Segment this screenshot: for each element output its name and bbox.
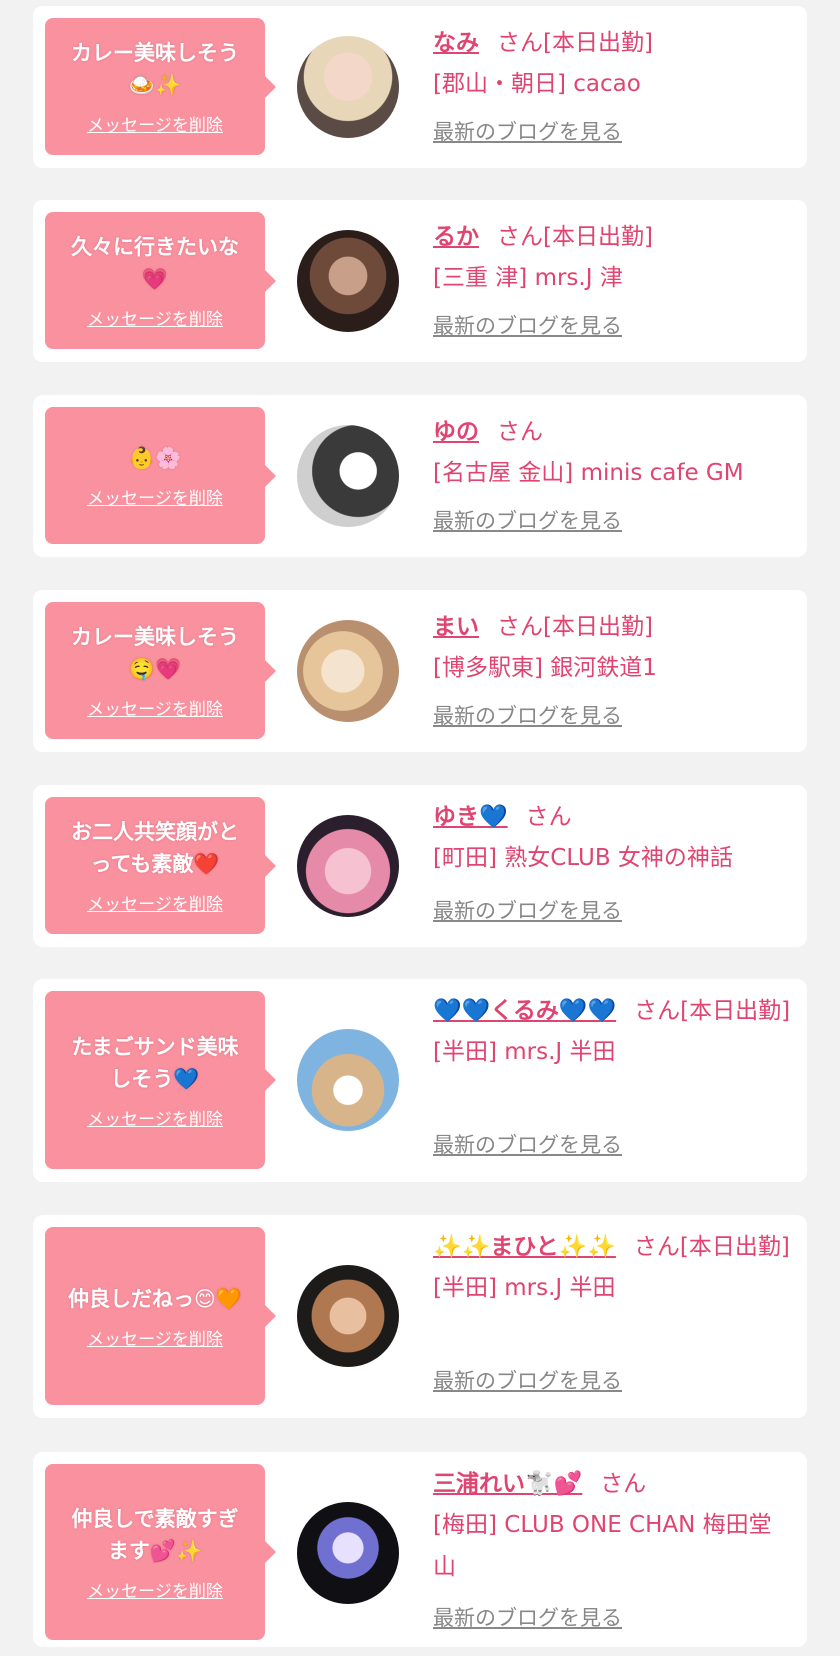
latest-blog-link[interactable]: 最新のブログを見る bbox=[433, 505, 622, 535]
latest-blog-link[interactable]: 最新のブログを見る bbox=[433, 310, 622, 340]
profile-info: ✨✨まひと✨✨ さん[本日出勤] [半田] mrs.J 半田 bbox=[433, 1227, 793, 1309]
shop-name: [半田] mrs.J 半田 bbox=[433, 1275, 616, 1301]
message-text: 久々に行きたいな 💗 bbox=[71, 235, 239, 291]
message-bubble: たまごサンド美味 しそう💙 メッセージを削除 bbox=[45, 991, 276, 1169]
shop-name: [名古屋 金山] minis cafe GM bbox=[433, 460, 744, 486]
work-status: [本日出勤] bbox=[680, 998, 791, 1024]
message-card: カレー美味しそう 🤤💗 メッセージを削除 まい さん[本日出勤] [博多駅東] 銀… bbox=[33, 590, 807, 752]
profile-info: ゆの さん [名古屋 金山] minis cafe GM bbox=[433, 412, 793, 494]
honorific: さん bbox=[497, 30, 543, 56]
delete-message-link[interactable]: メッセージを削除 bbox=[87, 890, 223, 915]
message-card: 久々に行きたいな 💗 メッセージを削除 るか さん[本日出勤] [三重 津] mr… bbox=[33, 200, 807, 362]
delete-message-link[interactable]: メッセージを削除 bbox=[87, 695, 223, 720]
avatar[interactable] bbox=[297, 620, 399, 722]
work-status: [本日出勤] bbox=[679, 1234, 790, 1260]
message-bubble: カレー美味しそう 🍛✨ メッセージを削除 bbox=[45, 18, 276, 155]
avatar[interactable] bbox=[297, 230, 399, 332]
delete-message-link[interactable]: メッセージを削除 bbox=[87, 1577, 223, 1602]
message-card: カレー美味しそう 🍛✨ メッセージを削除 なみ さん[本日出勤] [郡山・朝日] … bbox=[33, 6, 807, 168]
profile-name-link[interactable]: なみ bbox=[433, 30, 479, 56]
message-text: 仲良しだねっ😊🧡 bbox=[67, 1286, 243, 1311]
avatar[interactable] bbox=[297, 1265, 399, 1367]
shop-name: [博多駅東] 銀河鉄道1 bbox=[433, 655, 657, 681]
avatar[interactable] bbox=[297, 425, 399, 527]
profile-name-link[interactable]: 三浦れい🐩💕 bbox=[433, 1471, 582, 1497]
message-bubble: お二人共笑顔がと っても素敵❤️ メッセージを削除 bbox=[45, 797, 276, 934]
work-status: [本日出勤] bbox=[543, 30, 653, 56]
work-status: [本日出勤] bbox=[543, 224, 653, 250]
message-text: カレー美味しそう 🍛✨ bbox=[71, 41, 239, 97]
latest-blog-link[interactable]: 最新のブログを見る bbox=[433, 700, 622, 730]
message-text: カレー美味しそう 🤤💗 bbox=[71, 625, 239, 681]
honorific: さん bbox=[600, 1471, 647, 1497]
profile-info: まい さん[本日出勤] [博多駅東] 銀河鉄道1 bbox=[433, 607, 793, 689]
message-bubble: 👶🌸 メッセージを削除 bbox=[45, 407, 276, 544]
avatar[interactable] bbox=[297, 815, 399, 917]
honorific: さん bbox=[633, 1234, 680, 1260]
message-card: 仲良しで素敵すぎ ます💕✨ メッセージを削除 三浦れい🐩💕 さん [梅田] CLU… bbox=[33, 1452, 807, 1647]
delete-message-link[interactable]: メッセージを削除 bbox=[87, 305, 223, 330]
delete-message-link[interactable]: メッセージを削除 bbox=[87, 1325, 223, 1350]
latest-blog-link[interactable]: 最新のブログを見る bbox=[433, 1129, 622, 1159]
honorific: さん bbox=[497, 224, 543, 250]
profile-info: ゆき💙 さん [町田] 熟女CLUB 女神の神話 bbox=[433, 797, 793, 879]
honorific: さん bbox=[497, 614, 543, 640]
profile-name-link[interactable]: まい bbox=[433, 614, 479, 640]
delete-message-link[interactable]: メッセージを削除 bbox=[87, 484, 223, 509]
message-bubble: カレー美味しそう 🤤💗 メッセージを削除 bbox=[45, 602, 276, 739]
message-bubble: 久々に行きたいな 💗 メッセージを削除 bbox=[45, 212, 276, 349]
profile-name-link[interactable]: ゆの bbox=[433, 419, 479, 445]
latest-blog-link[interactable]: 最新のブログを見る bbox=[433, 1365, 622, 1395]
profile-info: なみ さん[本日出勤] [郡山・朝日] cacao bbox=[433, 23, 793, 105]
shop-name: [三重 津] mrs.J 津 bbox=[433, 265, 623, 291]
profile-info: るか さん[本日出勤] [三重 津] mrs.J 津 bbox=[433, 217, 793, 299]
shop-name: [町田] 熟女CLUB 女神の神話 bbox=[433, 845, 733, 871]
delete-message-link[interactable]: メッセージを削除 bbox=[87, 111, 223, 136]
latest-blog-link[interactable]: 最新のブログを見る bbox=[433, 1602, 622, 1632]
shop-name: [郡山・朝日] cacao bbox=[433, 71, 641, 97]
profile-info: 三浦れい🐩💕 さん [梅田] CLUB ONE CHAN 梅田堂 山 bbox=[433, 1464, 793, 1588]
honorific: さん bbox=[497, 419, 543, 445]
message-text: たまごサンド美味 しそう💙 bbox=[71, 1034, 239, 1091]
avatar[interactable] bbox=[297, 1502, 399, 1604]
message-bubble: 仲良しで素敵すぎ ます💕✨ メッセージを削除 bbox=[45, 1464, 276, 1640]
profile-name-link[interactable]: 💙💙くるみ💙💙 bbox=[433, 998, 616, 1024]
honorific: さん bbox=[525, 804, 572, 830]
message-card: 👶🌸 メッセージを削除 ゆの さん [名古屋 金山] minis cafe GM … bbox=[33, 395, 807, 557]
work-status: [本日出勤] bbox=[543, 614, 653, 640]
message-card: 仲良しだねっ😊🧡 メッセージを削除 ✨✨まひと✨✨ さん[本日出勤] [半田] m… bbox=[33, 1215, 807, 1418]
message-text: 👶🌸 bbox=[128, 446, 182, 470]
message-bubble: 仲良しだねっ😊🧡 メッセージを削除 bbox=[45, 1227, 276, 1405]
profile-info: 💙💙くるみ💙💙 さん[本日出勤] [半田] mrs.J 半田 bbox=[433, 991, 793, 1073]
message-text: お二人共笑顔がと っても素敵❤️ bbox=[71, 820, 239, 876]
latest-blog-link[interactable]: 最新のブログを見る bbox=[433, 116, 622, 146]
honorific: さん bbox=[634, 998, 681, 1024]
profile-name-link[interactable]: るか bbox=[433, 224, 479, 250]
profile-name-link[interactable]: ✨✨まひと✨✨ bbox=[433, 1234, 616, 1260]
shop-name: [梅田] CLUB ONE CHAN 梅田堂 山 bbox=[433, 1512, 772, 1580]
latest-blog-link[interactable]: 最新のブログを見る bbox=[433, 895, 622, 925]
message-text: 仲良しで素敵すぎ ます💕✨ bbox=[71, 1506, 239, 1563]
message-card: たまごサンド美味 しそう💙 メッセージを削除 💙💙くるみ💙💙 さん[本日出勤] [… bbox=[33, 979, 807, 1182]
avatar[interactable] bbox=[297, 1029, 399, 1131]
shop-name: [半田] mrs.J 半田 bbox=[433, 1039, 616, 1065]
profile-name-link[interactable]: ゆき💙 bbox=[433, 804, 508, 830]
message-card: お二人共笑顔がと っても素敵❤️ メッセージを削除 ゆき💙 さん [町田] 熟女C… bbox=[33, 785, 807, 947]
delete-message-link[interactable]: メッセージを削除 bbox=[87, 1105, 223, 1130]
avatar[interactable] bbox=[297, 36, 399, 138]
